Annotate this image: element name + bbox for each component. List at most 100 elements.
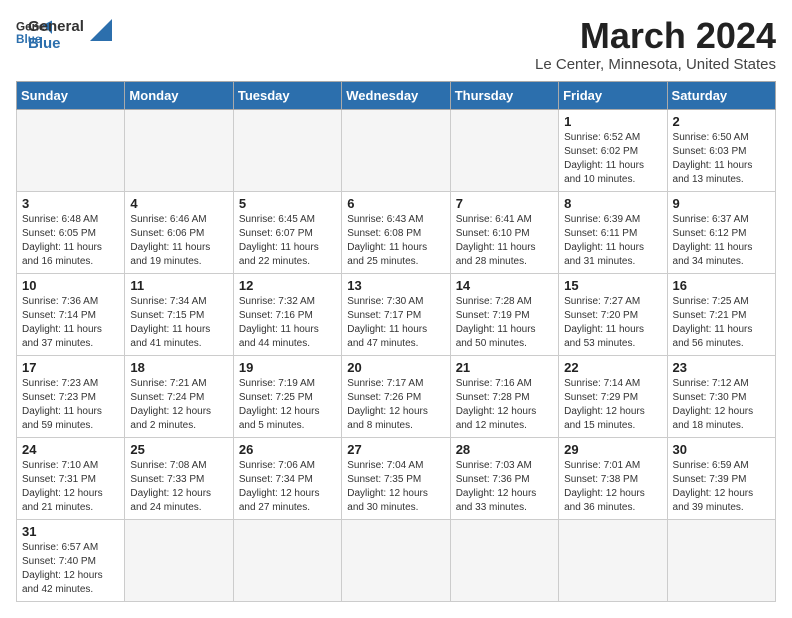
calendar-cell xyxy=(667,519,775,601)
month-title: March 2024 xyxy=(535,16,776,56)
day-info: Sunrise: 7:12 AM Sunset: 7:30 PM Dayligh… xyxy=(673,377,770,433)
calendar-week-3: 10Sunrise: 7:36 AM Sunset: 7:14 PM Dayli… xyxy=(17,273,776,355)
header-tuesday: Tuesday xyxy=(233,81,341,109)
calendar-cell: 31 Sunrise: 6:57 AM Sunset: 7:40 PM Dayli… xyxy=(17,519,125,601)
day-info: Sunrise: 7:04 AM Sunset: 7:35 PM Dayligh… xyxy=(347,459,444,515)
day-number: 9 xyxy=(673,196,770,211)
day-number: 17 xyxy=(22,360,119,375)
title-area: March 2024 Le Center, Minnesota, United … xyxy=(535,16,776,73)
page-header: General Blue General Blue March 2024 Le … xyxy=(16,16,776,73)
calendar-cell xyxy=(233,109,341,191)
calendar-cell xyxy=(17,109,125,191)
calendar-cell: 26 Sunrise: 7:06 AM Sunset: 7:34 PM Dayli… xyxy=(233,437,341,519)
day-info: Sunrise: 7:28 AM Sunset: 7:19 PM Dayligh… xyxy=(456,295,553,351)
day-number: 31 xyxy=(22,524,119,539)
calendar-cell xyxy=(450,109,558,191)
day-info: Sunrise: 7:34 AM Sunset: 7:15 PM Dayligh… xyxy=(130,295,227,351)
calendar-cell xyxy=(233,519,341,601)
day-number: 5 xyxy=(239,196,336,211)
day-info: Sunrise: 7:16 AM Sunset: 7:28 PM Dayligh… xyxy=(456,377,553,433)
day-info: Sunrise: 7:08 AM Sunset: 7:33 PM Dayligh… xyxy=(130,459,227,515)
calendar-cell: 8 Sunrise: 6:39 AM Sunset: 6:11 PM Daylig… xyxy=(559,191,667,273)
header-friday: Friday xyxy=(559,81,667,109)
day-number: 15 xyxy=(564,278,661,293)
day-number: 16 xyxy=(673,278,770,293)
day-number: 3 xyxy=(22,196,119,211)
day-number: 28 xyxy=(456,442,553,457)
day-info: Sunrise: 6:48 AM Sunset: 6:05 PM Dayligh… xyxy=(22,213,119,269)
calendar-week-5: 24 Sunrise: 7:10 AM Sunset: 7:31 PM Dayli… xyxy=(17,437,776,519)
day-info: Sunrise: 6:57 AM Sunset: 7:40 PM Dayligh… xyxy=(22,541,119,597)
day-info: Sunrise: 6:41 AM Sunset: 6:10 PM Dayligh… xyxy=(456,213,553,269)
calendar-cell: 17 Sunrise: 7:23 AM Sunset: 7:23 PM Dayli… xyxy=(17,355,125,437)
calendar-cell: 25 Sunrise: 7:08 AM Sunset: 7:33 PM Dayli… xyxy=(125,437,233,519)
calendar-cell: 28 Sunrise: 7:03 AM Sunset: 7:36 PM Dayli… xyxy=(450,437,558,519)
day-number: 24 xyxy=(22,442,119,457)
calendar-cell xyxy=(125,519,233,601)
day-number: 21 xyxy=(456,360,553,375)
day-number: 1 xyxy=(564,114,661,129)
day-info: Sunrise: 6:46 AM Sunset: 6:06 PM Dayligh… xyxy=(130,213,227,269)
calendar-table: SundayMondayTuesdayWednesdayThursdayFrid… xyxy=(16,81,776,602)
calendar-cell: 30 Sunrise: 6:59 AM Sunset: 7:39 PM Dayli… xyxy=(667,437,775,519)
day-number: 6 xyxy=(347,196,444,211)
calendar-cell: 9 Sunrise: 6:37 AM Sunset: 6:12 PM Daylig… xyxy=(667,191,775,273)
day-info: Sunrise: 7:30 AM Sunset: 7:17 PM Dayligh… xyxy=(347,295,444,351)
calendar-cell: 1Sunrise: 6:52 AM Sunset: 6:02 PM Daylig… xyxy=(559,109,667,191)
calendar-cell: 5Sunrise: 6:45 AM Sunset: 6:07 PM Daylig… xyxy=(233,191,341,273)
logo-blue-text: Blue xyxy=(28,35,84,52)
day-info: Sunrise: 7:06 AM Sunset: 7:34 PM Dayligh… xyxy=(239,459,336,515)
day-info: Sunrise: 7:23 AM Sunset: 7:23 PM Dayligh… xyxy=(22,377,119,433)
day-info: Sunrise: 6:59 AM Sunset: 7:39 PM Dayligh… xyxy=(673,459,770,515)
day-info: Sunrise: 7:21 AM Sunset: 7:24 PM Dayligh… xyxy=(130,377,227,433)
day-number: 10 xyxy=(22,278,119,293)
day-number: 12 xyxy=(239,278,336,293)
day-number: 18 xyxy=(130,360,227,375)
calendar-cell: 3 Sunrise: 6:48 AM Sunset: 6:05 PM Daylig… xyxy=(17,191,125,273)
header-monday: Monday xyxy=(125,81,233,109)
calendar-cell: 2Sunrise: 6:50 AM Sunset: 6:03 PM Daylig… xyxy=(667,109,775,191)
calendar-week-4: 17 Sunrise: 7:23 AM Sunset: 7:23 PM Dayli… xyxy=(17,355,776,437)
day-info: Sunrise: 7:19 AM Sunset: 7:25 PM Dayligh… xyxy=(239,377,336,433)
day-info: Sunrise: 7:03 AM Sunset: 7:36 PM Dayligh… xyxy=(456,459,553,515)
calendar-cell: 29Sunrise: 7:01 AM Sunset: 7:38 PM Dayli… xyxy=(559,437,667,519)
day-info: Sunrise: 6:43 AM Sunset: 6:08 PM Dayligh… xyxy=(347,213,444,269)
header-sunday: Sunday xyxy=(17,81,125,109)
day-info: Sunrise: 7:14 AM Sunset: 7:29 PM Dayligh… xyxy=(564,377,661,433)
calendar-cell xyxy=(342,109,450,191)
calendar-cell xyxy=(450,519,558,601)
day-number: 22 xyxy=(564,360,661,375)
day-info: Sunrise: 7:17 AM Sunset: 7:26 PM Dayligh… xyxy=(347,377,444,433)
day-info: Sunrise: 6:39 AM Sunset: 6:11 PM Dayligh… xyxy=(564,213,661,269)
calendar-body: 1Sunrise: 6:52 AM Sunset: 6:02 PM Daylig… xyxy=(17,109,776,601)
day-number: 13 xyxy=(347,278,444,293)
day-number: 7 xyxy=(456,196,553,211)
calendar-cell: 22 Sunrise: 7:14 AM Sunset: 7:29 PM Dayli… xyxy=(559,355,667,437)
calendar-cell xyxy=(559,519,667,601)
day-number: 8 xyxy=(564,196,661,211)
day-number: 14 xyxy=(456,278,553,293)
calendar-cell: 23 Sunrise: 7:12 AM Sunset: 7:30 PM Dayli… xyxy=(667,355,775,437)
calendar-cell: 13 Sunrise: 7:30 AM Sunset: 7:17 PM Dayli… xyxy=(342,273,450,355)
day-info: Sunrise: 7:10 AM Sunset: 7:31 PM Dayligh… xyxy=(22,459,119,515)
day-info: Sunrise: 6:37 AM Sunset: 6:12 PM Dayligh… xyxy=(673,213,770,269)
calendar-cell: 21 Sunrise: 7:16 AM Sunset: 7:28 PM Dayli… xyxy=(450,355,558,437)
day-info: Sunrise: 7:27 AM Sunset: 7:20 PM Dayligh… xyxy=(564,295,661,351)
logo-triangle-icon xyxy=(90,19,112,41)
day-number: 19 xyxy=(239,360,336,375)
calendar-cell: 24 Sunrise: 7:10 AM Sunset: 7:31 PM Dayli… xyxy=(17,437,125,519)
calendar-week-6: 31 Sunrise: 6:57 AM Sunset: 7:40 PM Dayli… xyxy=(17,519,776,601)
calendar-cell: 15 Sunrise: 7:27 AM Sunset: 7:20 PM Dayli… xyxy=(559,273,667,355)
calendar-cell: 14 Sunrise: 7:28 AM Sunset: 7:19 PM Dayli… xyxy=(450,273,558,355)
day-number: 23 xyxy=(673,360,770,375)
day-info: Sunrise: 7:25 AM Sunset: 7:21 PM Dayligh… xyxy=(673,295,770,351)
calendar-cell: 4Sunrise: 6:46 AM Sunset: 6:06 PM Daylig… xyxy=(125,191,233,273)
day-number: 30 xyxy=(673,442,770,457)
calendar-cell xyxy=(342,519,450,601)
day-number: 25 xyxy=(130,442,227,457)
day-number: 11 xyxy=(130,278,227,293)
day-number: 20 xyxy=(347,360,444,375)
calendar-cell: 16 Sunrise: 7:25 AM Sunset: 7:21 PM Dayli… xyxy=(667,273,775,355)
day-number: 26 xyxy=(239,442,336,457)
calendar-header-row: SundayMondayTuesdayWednesdayThursdayFrid… xyxy=(17,81,776,109)
